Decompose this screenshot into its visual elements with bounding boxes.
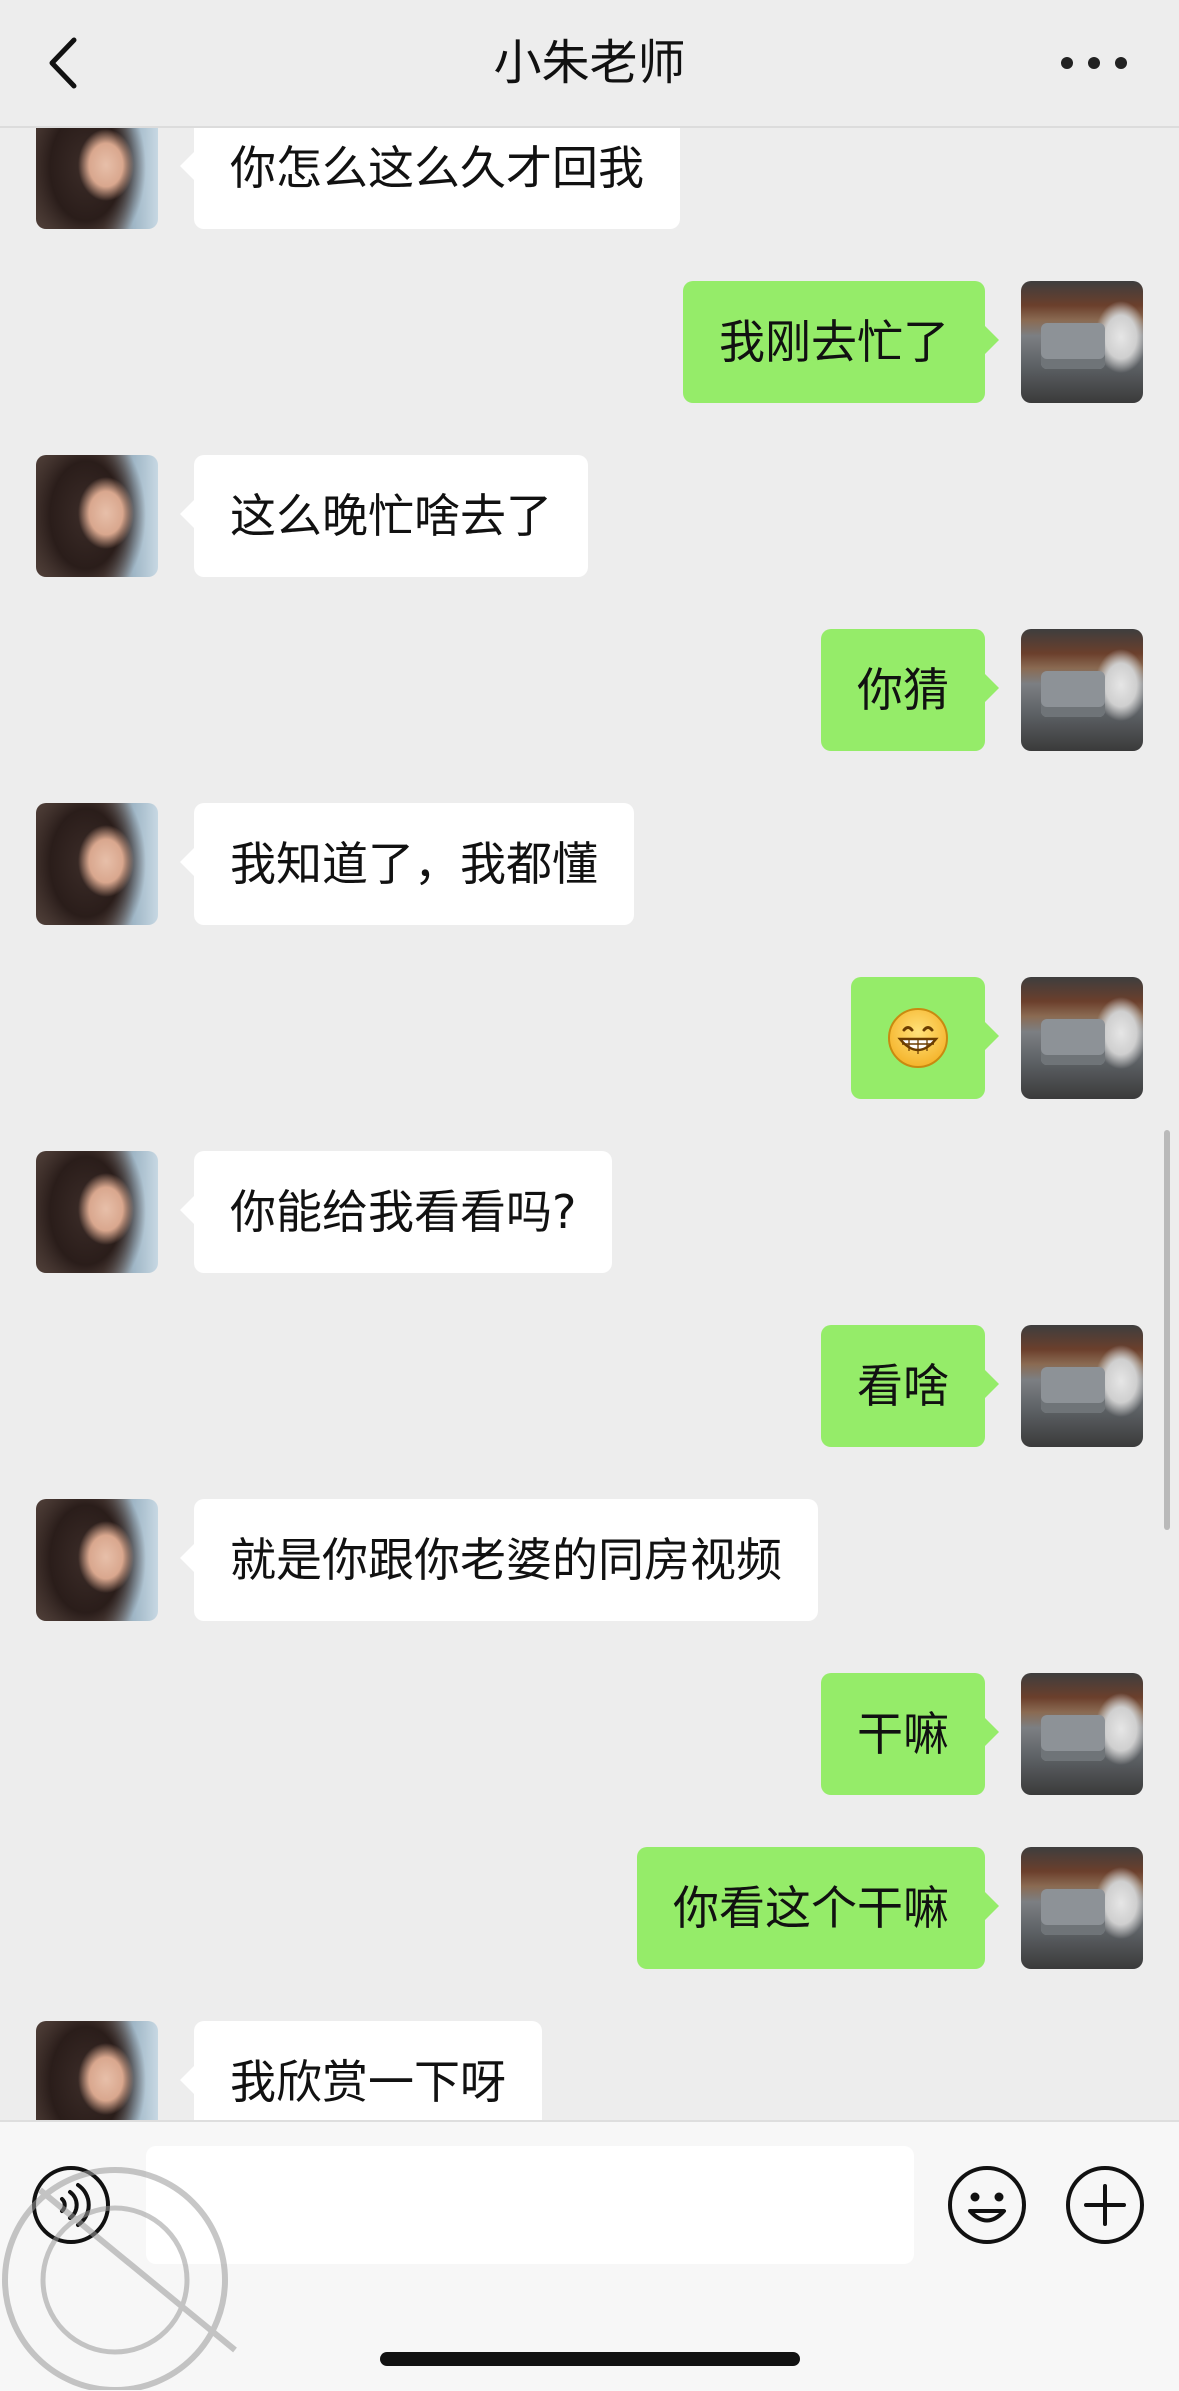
message-row: 我欣赏一下呀	[0, 2021, 1179, 2120]
outgoing-message[interactable]: 你看这个干嘛	[637, 1847, 999, 1969]
my-avatar[interactable]	[1021, 1673, 1143, 1795]
my-avatar[interactable]	[1021, 629, 1143, 751]
home-indicator[interactable]	[380, 2352, 800, 2366]
message-row: 你能给我看看吗?	[0, 1151, 1179, 1273]
outgoing-emoji-message[interactable]	[851, 977, 999, 1099]
message-row: 干嘛	[0, 1673, 1179, 1795]
outgoing-message[interactable]: 你猜	[821, 629, 999, 751]
chat-header: 小朱老师	[0, 0, 1179, 128]
message-row: 你看这个干嘛	[0, 1847, 1179, 1969]
message-row: 我知道了，我都懂	[0, 803, 1179, 925]
incoming-message[interactable]: 我知道了，我都懂	[180, 803, 634, 925]
contact-avatar[interactable]	[36, 455, 158, 577]
message-row: 就是你跟你老婆的同房视频	[0, 1499, 1179, 1621]
message-row: 你猜	[0, 629, 1179, 751]
message-input[interactable]	[146, 2146, 914, 2264]
outgoing-message[interactable]: 干嘛	[821, 1673, 999, 1795]
message-row: 我刚去忙了	[0, 281, 1179, 403]
contact-avatar[interactable]	[36, 803, 158, 925]
my-avatar[interactable]	[1021, 281, 1143, 403]
incoming-message[interactable]: 我欣赏一下呀	[180, 2021, 542, 2120]
contact-avatar[interactable]	[36, 1499, 158, 1621]
contact-avatar[interactable]	[36, 1151, 158, 1273]
my-avatar[interactable]	[1021, 1847, 1143, 1969]
incoming-message[interactable]: 就是你跟你老婆的同房视频	[180, 1499, 818, 1621]
my-avatar[interactable]	[1021, 1325, 1143, 1447]
more-dots-icon	[1061, 57, 1073, 69]
plus-circle-icon	[1066, 2166, 1144, 2244]
message-list[interactable]: 你怎么这么久才回我 我刚去忙了 这么晚忙啥去了 你猜 我知道了，我都懂 你能给我…	[0, 0, 1179, 2120]
incoming-message[interactable]: 你能给我看看吗?	[179, 1151, 613, 1273]
message-row	[0, 977, 1179, 1099]
outgoing-message[interactable]: 看啥	[821, 1325, 999, 1447]
smiley-icon	[948, 2166, 1026, 2244]
my-avatar[interactable]	[1021, 977, 1143, 1099]
grinning-face-icon	[888, 1008, 948, 1068]
watermark-logo	[2, 2167, 237, 2390]
emoji-button[interactable]	[946, 2164, 1028, 2246]
scrollbar[interactable]	[1164, 1130, 1170, 1530]
message-row: 这么晚忙啥去了	[0, 455, 1179, 577]
chat-title: 小朱老师	[493, 35, 686, 91]
outgoing-message[interactable]: 我刚去忙了	[683, 281, 999, 403]
chat-screen: 你怎么这么久才回我 我刚去忙了 这么晚忙啥去了 你猜 我知道了，我都懂 你能给我…	[0, 0, 1179, 2391]
more-button[interactable]	[1059, 50, 1129, 76]
message-row: 看啥	[0, 1325, 1179, 1447]
incoming-message[interactable]: 这么晚忙啥去了	[180, 455, 588, 577]
more-functions-button[interactable]	[1064, 2164, 1146, 2246]
contact-avatar[interactable]	[36, 2021, 158, 2120]
